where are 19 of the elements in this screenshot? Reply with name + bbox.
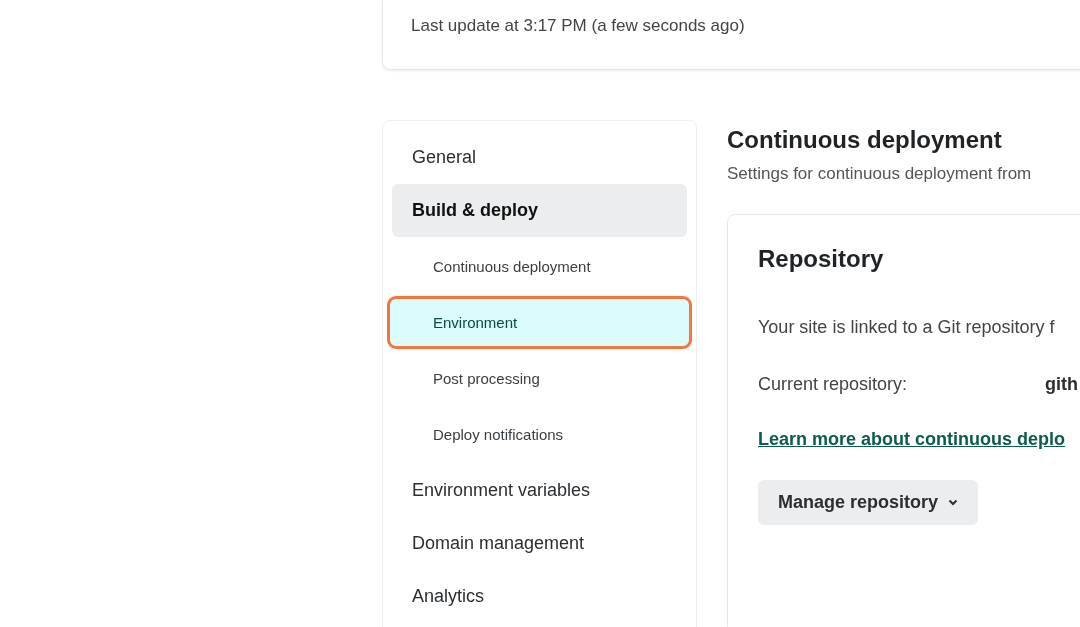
manage-repository-button[interactable]: Manage repository xyxy=(758,480,979,525)
sidebar-item[interactable]: Build & deploy xyxy=(392,184,687,237)
sidebar-item[interactable]: General xyxy=(392,131,687,184)
field-value: gith xyxy=(1045,374,1078,395)
section-subtitle: Settings for continuous deployment from xyxy=(727,164,1033,184)
learn-more-link[interactable]: Learn more about continuous deplo xyxy=(758,429,1065,450)
section-title: Continuous deployment xyxy=(727,126,1003,154)
sidebar-item[interactable]: Analytics xyxy=(392,570,687,623)
description-text: Your site is linked to a Git repository f xyxy=(758,317,1056,338)
sidebar-subitem[interactable]: Continuous deployment xyxy=(392,240,687,293)
sidebar-subitem[interactable]: Post processing xyxy=(392,352,687,405)
update-text: Last update at 3:17 PM (a few seconds ago) xyxy=(411,16,745,35)
sidebar-item[interactable]: Environment variables xyxy=(392,464,687,517)
sidebar-item[interactable]: Domain management xyxy=(392,517,687,570)
sidebar-subitem[interactable]: Environment xyxy=(387,296,692,349)
caret-icon xyxy=(948,499,959,506)
card-title: Repository xyxy=(758,245,885,273)
field-label: Current repository: xyxy=(758,374,909,395)
sidebar-subitem[interactable]: Deploy notifications xyxy=(392,408,687,461)
